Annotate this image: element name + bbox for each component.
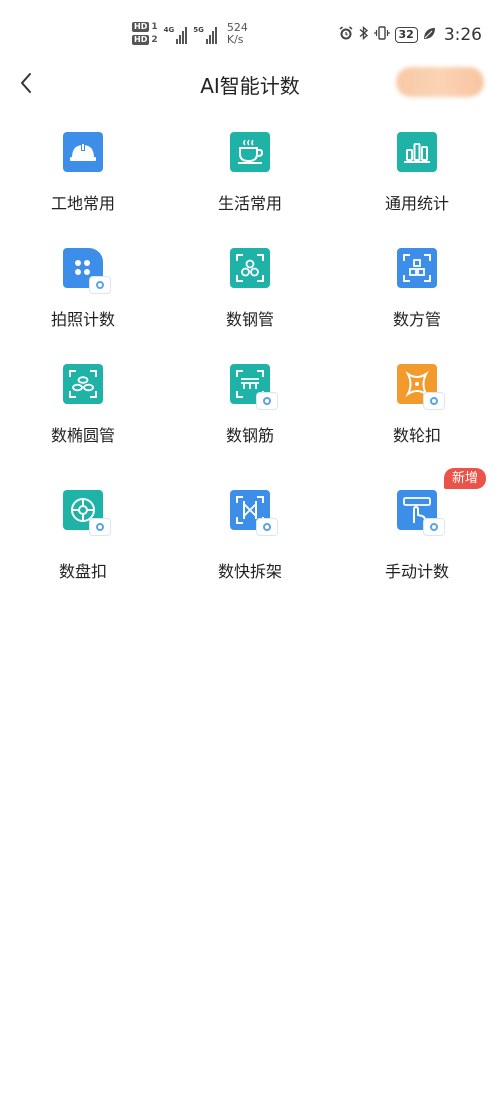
vibrate-icon bbox=[373, 25, 390, 45]
feature-item-rebar[interactable]: 数钢筋 bbox=[167, 360, 333, 460]
bar-chart-icon bbox=[397, 132, 437, 172]
camera-icon bbox=[89, 276, 111, 294]
bluetooth-icon bbox=[359, 25, 369, 45]
camera-icon bbox=[89, 518, 111, 536]
nav-header: AI智能计数 bbox=[0, 56, 500, 112]
camera-icon bbox=[256, 392, 278, 410]
hd-badge: HD bbox=[132, 22, 150, 32]
sim-number: 1 bbox=[151, 22, 158, 32]
feature-item-square-pipe[interactable]: 数方管 bbox=[334, 244, 500, 344]
new-badge: 新增 bbox=[444, 468, 487, 489]
status-right: 32 3:26 bbox=[338, 25, 482, 45]
feature-item-disc-buckle[interactable]: 数盘扣 bbox=[0, 486, 166, 586]
speed-unit: K/s bbox=[226, 33, 244, 46]
feature-label: 数椭圆管 bbox=[50, 426, 115, 445]
feature-label: 生活常用 bbox=[217, 194, 282, 213]
feature-item-photo-count[interactable]: 拍照计数 bbox=[0, 244, 166, 344]
network-type: 4G bbox=[163, 26, 175, 34]
blurred-header-action[interactable] bbox=[396, 67, 484, 97]
manual-tap-icon bbox=[397, 490, 445, 536]
feature-label: 手动计数 bbox=[384, 562, 449, 581]
sim-number: 2 bbox=[151, 35, 158, 45]
wheel-buckle-icon bbox=[397, 364, 445, 410]
coffee-cup-icon bbox=[230, 132, 270, 172]
feature-label: 数钢管 bbox=[225, 310, 274, 329]
signal-5g: 5G bbox=[193, 22, 217, 46]
rebar-icon bbox=[230, 364, 278, 410]
sim-1: HD 1 bbox=[132, 22, 158, 32]
feature-label: 数钢筋 bbox=[225, 426, 274, 445]
camera-icon bbox=[423, 518, 445, 536]
quick-release-frame-icon bbox=[230, 490, 278, 536]
feature-item-general-stats[interactable]: 通用统计 bbox=[334, 128, 500, 228]
camera-icon bbox=[423, 392, 445, 410]
steel-pipe-icon bbox=[230, 248, 270, 288]
battery-level: 32 bbox=[394, 27, 418, 43]
leaf-icon bbox=[423, 26, 436, 44]
feature-item-oval-pipe[interactable]: 数椭圆管 bbox=[0, 360, 166, 460]
feature-item-wheel-buckle[interactable]: 数轮扣 bbox=[334, 360, 500, 460]
disc-buckle-icon bbox=[63, 490, 111, 536]
feature-item-site-common[interactable]: 工地常用 bbox=[0, 128, 166, 228]
status-left: HD 1 HD 2 4G 5G 524 K/s bbox=[132, 22, 248, 52]
signal-4g: 4G bbox=[164, 22, 188, 46]
oval-pipe-icon bbox=[63, 364, 103, 404]
sim-2: HD 2 bbox=[132, 35, 158, 45]
feature-label: 通用统计 bbox=[384, 194, 449, 213]
feature-label: 数方管 bbox=[392, 310, 441, 329]
feature-label: 数快拆架 bbox=[217, 562, 282, 581]
network-speed: 524 K/s bbox=[227, 22, 248, 46]
feature-item-life-common[interactable]: 生活常用 bbox=[167, 128, 333, 228]
hd-badge: HD bbox=[132, 35, 150, 45]
network-type: 5G bbox=[193, 26, 204, 34]
page-title-text: AI智能计数 bbox=[200, 74, 300, 98]
hard-hat-icon bbox=[63, 132, 103, 172]
sim-indicators: HD 1 HD 2 bbox=[132, 22, 158, 45]
camera-icon bbox=[256, 518, 278, 536]
alarm-icon bbox=[338, 25, 354, 45]
feature-label: 工地常用 bbox=[50, 194, 115, 213]
feature-item-manual-count[interactable]: 手动计数 bbox=[334, 486, 500, 586]
feature-label: 数盘扣 bbox=[58, 562, 107, 581]
feature-item-steel-pipe[interactable]: 数钢管 bbox=[167, 244, 333, 344]
square-pipe-icon bbox=[397, 248, 437, 288]
feature-item-quick-release-frame[interactable]: 数快拆架 bbox=[167, 486, 333, 586]
photo-count-icon bbox=[63, 248, 111, 294]
signal-bars-icon bbox=[176, 24, 188, 44]
signal-bars-icon bbox=[205, 24, 217, 44]
feature-label: 拍照计数 bbox=[50, 310, 115, 329]
feature-label: 数轮扣 bbox=[392, 426, 441, 445]
clock: 3:26 bbox=[443, 25, 482, 45]
